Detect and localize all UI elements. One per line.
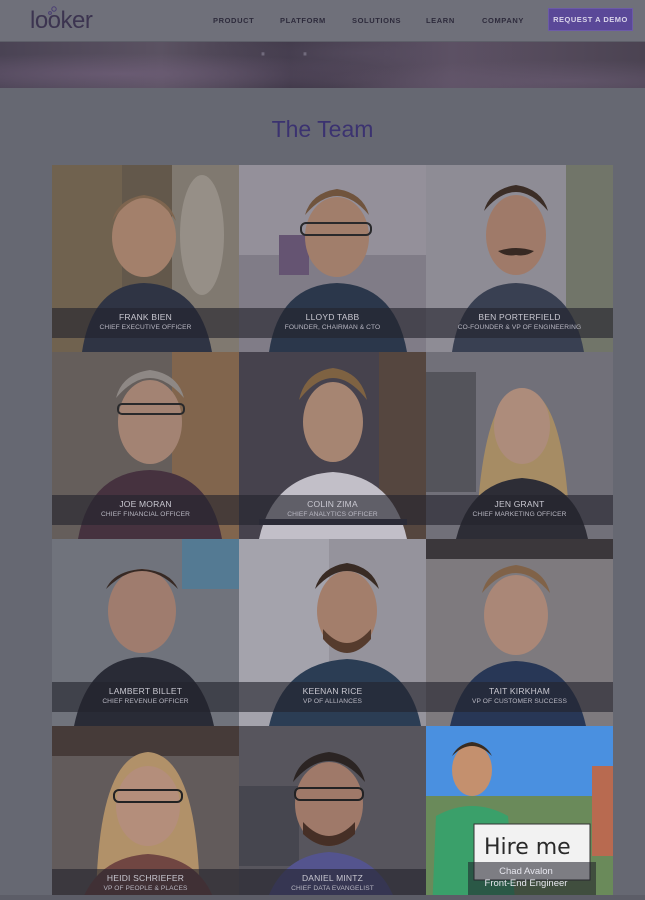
member-name: FRANK BIEN [118, 312, 172, 322]
member-role: CO-FOUNDER & VP OF ENGINEERING [457, 324, 582, 331]
team-card[interactable]: JEN GRANT CHIEF MARKETING OFFICER [426, 352, 613, 539]
team-card[interactable]: FRANK BIEN CHIEF EXECUTIVE OFFICER [52, 165, 239, 352]
member-role: FOUNDER, CHAIRMAN & CTO [284, 324, 381, 331]
member-name: JOE MORAN [119, 499, 172, 509]
member-caption: TAIT KIRKHAM VP OF CUSTOMER SUCCESS [426, 682, 613, 712]
team-card[interactable]: TAIT KIRKHAM VP OF CUSTOMER SUCCESS [426, 539, 613, 726]
member-caption: LAMBERT BILLET CHIEF REVENUE OFFICER [52, 682, 239, 712]
member-name: TAIT KIRKHAM [488, 686, 551, 696]
member-role: CHIEF EXECUTIVE OFFICER [99, 324, 192, 331]
member-role: CHIEF REVENUE OFFICER [102, 698, 189, 705]
team-card[interactable]: LLOYD TABB FOUNDER, CHAIRMAN & CTO [239, 165, 426, 352]
team-card[interactable]: HEIDI SCHRIEFER VP OF PEOPLE & PLACES [52, 726, 239, 900]
member-role: VP OF ALLIANCES [303, 698, 362, 705]
team-card[interactable]: JOE MORAN CHIEF FINANCIAL OFFICER [52, 352, 239, 539]
team-section: The Team FRANK BIEN CHIEF EXECUTIVE OFFI… [0, 88, 645, 900]
team-card[interactable]: KEENAN RICE VP OF ALLIANCES [239, 539, 426, 726]
member-caption: KEENAN RICE VP OF ALLIANCES [239, 682, 426, 712]
nav-company[interactable]: COMPANY [482, 16, 524, 25]
member-name: JEN GRANT [494, 499, 545, 509]
member-role: CHIEF MARKETING OFFICER [472, 511, 567, 518]
member-caption: COLIN ZIMA CHIEF ANALYTICS OFFICER [239, 495, 426, 525]
request-demo-button[interactable]: REQUEST A DEMO [548, 8, 633, 31]
hero-decoration: · [300, 42, 310, 69]
hire-name: Chad Avalon [499, 866, 553, 877]
member-name: LLOYD TABB [305, 312, 360, 322]
hire-me-card[interactable]: Hire me Chad Avalon Front-End Engineer [426, 726, 613, 900]
nav-learn[interactable]: LEARN [426, 16, 455, 25]
member-name: HEIDI SCHRIEFER [106, 873, 185, 883]
hero-decoration: · [258, 42, 268, 69]
member-role: VP OF CUSTOMER SUCCESS [471, 698, 568, 705]
hire-role: Front-End Engineer [484, 878, 568, 889]
member-name: LAMBERT BILLET [108, 686, 183, 696]
team-card[interactable]: LAMBERT BILLET CHIEF REVENUE OFFICER [52, 539, 239, 726]
team-card[interactable]: BEN PORTERFIELD CO-FOUNDER & VP OF ENGIN… [426, 165, 613, 352]
member-name: BEN PORTERFIELD [478, 312, 561, 322]
site-header: looker PRODUCT PLATFORM SOLUTIONS LEARN … [0, 0, 645, 42]
nav-platform[interactable]: PLATFORM [280, 16, 326, 25]
member-role: CHIEF FINANCIAL OFFICER [101, 511, 190, 518]
nav-solutions[interactable]: SOLUTIONS [352, 16, 401, 25]
member-caption: JOE MORAN CHIEF FINANCIAL OFFICER [52, 495, 239, 525]
member-role: CHIEF DATA EVANGELIST [291, 885, 374, 892]
page-bottom-edge [0, 895, 645, 900]
member-caption: LLOYD TABB FOUNDER, CHAIRMAN & CTO [239, 308, 426, 338]
nav-product[interactable]: PRODUCT [213, 16, 254, 25]
team-card[interactable]: COLIN ZIMA CHIEF ANALYTICS OFFICER [239, 352, 426, 539]
member-name: KEENAN RICE [302, 686, 363, 696]
member-name: COLIN ZIMA [307, 499, 358, 509]
member-caption: BEN PORTERFIELD CO-FOUNDER & VP OF ENGIN… [426, 308, 613, 338]
team-card[interactable]: DANIEL MINTZ CHIEF DATA EVANGELIST [239, 726, 426, 900]
member-caption: FRANK BIEN CHIEF EXECUTIVE OFFICER [52, 308, 239, 338]
member-caption: JEN GRANT CHIEF MARKETING OFFICER [426, 495, 613, 525]
hero-banner: · · [0, 42, 645, 88]
hire-caption: Chad Avalon Front-End Engineer [466, 866, 586, 890]
hire-me-sign-text: Hire me [484, 835, 571, 860]
member-role: VP OF PEOPLE & PLACES [103, 885, 188, 892]
member-role: CHIEF ANALYTICS OFFICER [287, 511, 378, 518]
section-title: The Team [271, 116, 374, 142]
member-name: DANIEL MINTZ [301, 873, 364, 883]
